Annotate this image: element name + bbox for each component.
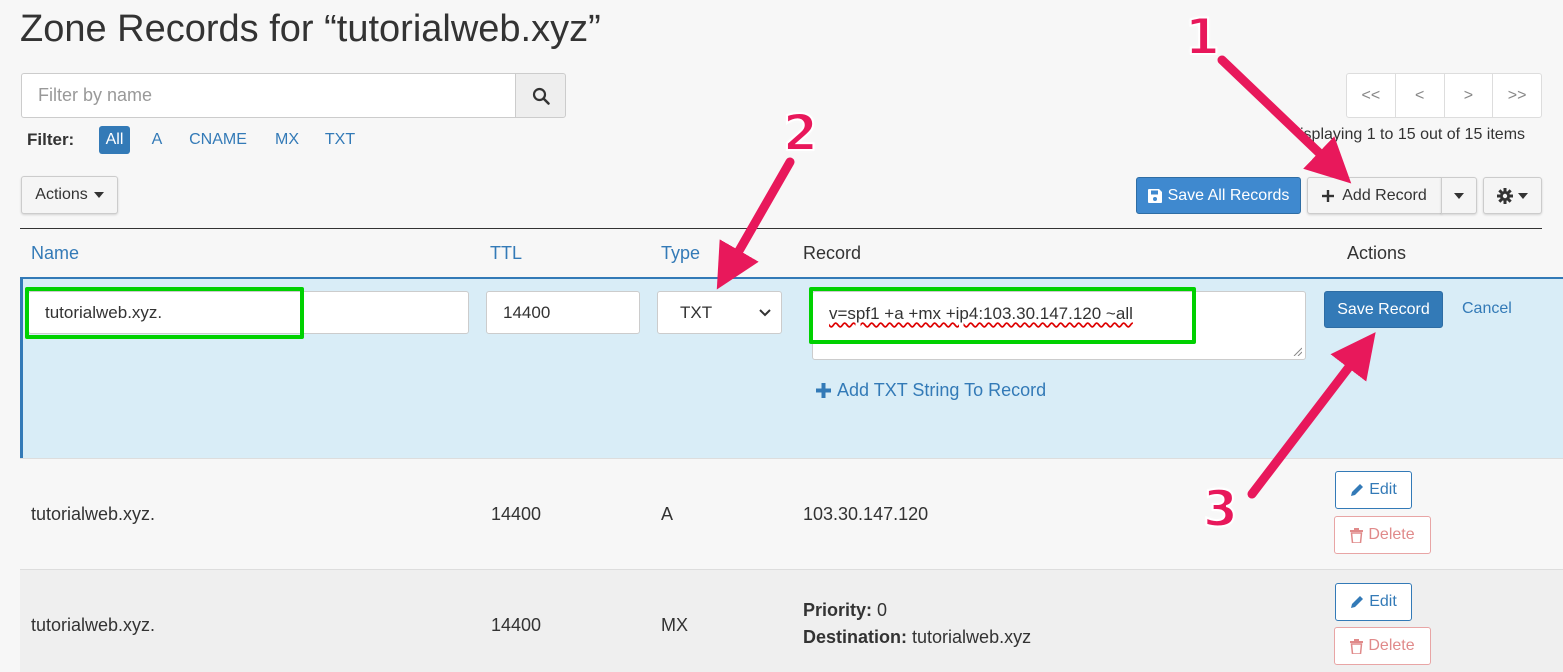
row-destination: Destination: tutorialweb.xyz <box>803 627 1031 648</box>
filter-txt[interactable]: TXT <box>322 126 358 154</box>
annotation-label-3: 3 <box>1202 479 1239 539</box>
filter-label: Filter: <box>27 130 75 149</box>
table-row <box>20 569 1563 672</box>
priority-value: 0 <box>877 600 888 620</box>
column-header-type[interactable]: Type <box>661 243 700 264</box>
annotation-label-2: 2 <box>782 103 819 163</box>
save-all-records-button[interactable]: Save All Records <box>1136 177 1301 214</box>
row-record: 103.30.147.120 <box>803 504 929 524</box>
caret-down-icon <box>93 192 104 198</box>
caret-down-icon <box>1454 192 1464 199</box>
search-button[interactable] <box>515 73 566 118</box>
filter-cname[interactable]: CNAME <box>186 126 250 154</box>
search-icon <box>532 87 550 105</box>
delete-button[interactable]: Delete <box>1334 516 1431 554</box>
delete-button[interactable]: Delete <box>1334 627 1431 665</box>
add-txt-string-label: Add TXT String To Record <box>837 380 1047 400</box>
plus-icon <box>816 383 831 398</box>
cancel-link[interactable]: Cancel <box>1462 300 1512 318</box>
delete-label: Delete <box>1368 637 1415 654</box>
destination-label: Destination: <box>803 627 908 647</box>
chevron-down-icon <box>759 308 771 316</box>
annotation-arrow-1 <box>1217 55 1352 184</box>
table-top-border <box>20 228 1542 229</box>
page-title: Zone Records for “tutorialweb.xyz” <box>20 8 601 50</box>
plus-icon <box>1322 189 1335 202</box>
table-row <box>20 458 1563 569</box>
column-header-actions: Actions <box>1347 243 1407 263</box>
edit-button[interactable]: Edit <box>1335 471 1412 509</box>
first-page-button[interactable]: << <box>1347 74 1395 117</box>
record-highlight-box <box>809 287 1196 344</box>
priority-label: Priority: <box>803 600 873 620</box>
column-header-record: Record <box>803 243 862 263</box>
row-priority: Priority: 0 <box>803 600 887 621</box>
prev-page-button[interactable]: < <box>1394 74 1444 117</box>
column-header-ttl[interactable]: TTL <box>490 243 522 264</box>
pagination: << < > >> <box>1346 73 1542 118</box>
name-highlight-box <box>25 287 304 339</box>
row-type: A <box>661 504 674 524</box>
filter-mx[interactable]: MX <box>268 126 306 154</box>
caret-down-icon <box>1518 192 1528 199</box>
type-select-value: TXT <box>680 302 713 322</box>
settings-dropdown-button[interactable] <box>1483 177 1542 214</box>
type-select[interactable]: TXT <box>657 291 782 334</box>
row-name: tutorialweb.xyz. <box>31 504 156 524</box>
save-all-records-label: Save All Records <box>1167 186 1290 204</box>
trash-icon <box>1350 527 1364 543</box>
annotation-arrow-2 <box>716 157 795 290</box>
row-ttl: 14400 <box>491 504 542 524</box>
row-name: tutorialweb.xyz. <box>31 615 156 635</box>
filter-a[interactable]: A <box>146 126 168 154</box>
actions-label: Actions <box>35 186 88 203</box>
save-record-button[interactable]: Save Record <box>1324 291 1443 328</box>
edit-label: Edit <box>1369 593 1397 610</box>
row-ttl: 14400 <box>491 615 542 635</box>
column-header-name[interactable]: Name <box>31 243 79 264</box>
add-record-label: Add Record <box>1342 186 1427 204</box>
next-page-button[interactable]: > <box>1443 74 1493 117</box>
pencil-icon <box>1351 596 1364 608</box>
edit-label: Edit <box>1369 481 1397 498</box>
ttl-input[interactable]: 14400 <box>486 291 640 334</box>
save-icon <box>1147 188 1162 203</box>
edit-button[interactable]: Edit <box>1335 583 1412 621</box>
add-record-button[interactable]: Add Record <box>1307 177 1442 214</box>
add-txt-string-link[interactable]: Add TXT String To Record <box>816 380 1046 401</box>
filter-by-name-input[interactable] <box>21 73 516 118</box>
filter-all[interactable]: All <box>99 126 130 154</box>
delete-label: Delete <box>1368 526 1415 543</box>
annotation-label-1: 1 <box>1184 7 1221 67</box>
resize-grip-icon[interactable] <box>1292 346 1302 356</box>
add-record-dropdown-toggle[interactable] <box>1441 177 1477 214</box>
trash-icon <box>1350 638 1364 654</box>
pencil-icon <box>1351 484 1364 496</box>
row-type: MX <box>661 615 688 635</box>
last-page-button[interactable]: >> <box>1492 74 1541 117</box>
ttl-input-value: 14400 <box>503 302 551 322</box>
destination-value: tutorialweb.xyz <box>912 627 1032 647</box>
pagination-info: isplaying 1 to 15 out of 15 items <box>1300 126 1526 143</box>
actions-dropdown-button[interactable]: Actions <box>21 176 118 214</box>
gear-icon <box>1497 187 1513 204</box>
